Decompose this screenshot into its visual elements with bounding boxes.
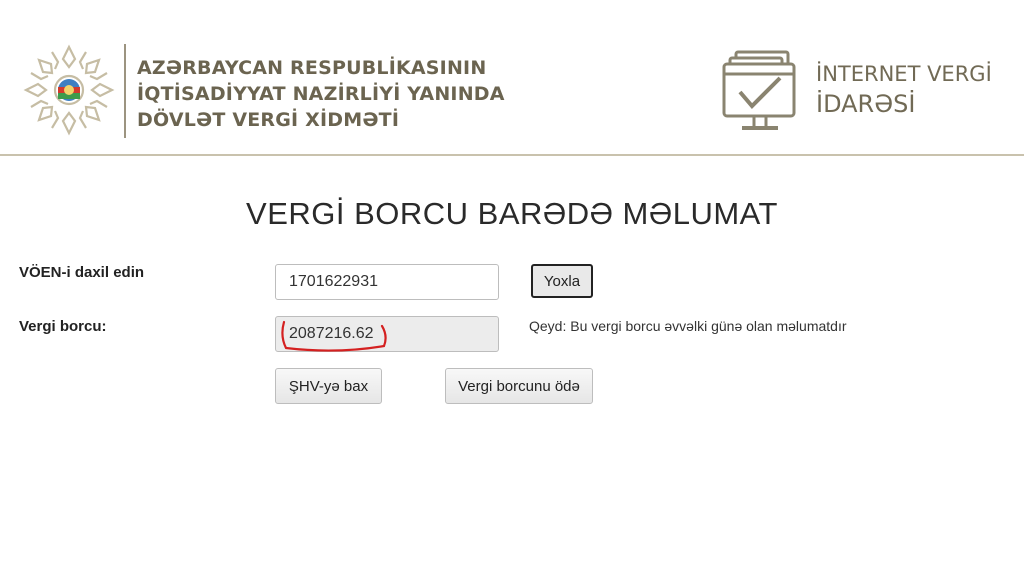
debt-amount-field: [275, 316, 499, 352]
organization-name: AZƏRBAYCAN RESPUBLİKASININ İQTİSADİYYAT …: [137, 55, 505, 133]
debt-label: Vergi borcu:: [19, 318, 107, 335]
org-line-2: İQTİSADİYYAT NAZİRLİYİ YANINDA: [137, 83, 505, 105]
pay-debt-button[interactable]: Vergi borcunu ödə: [445, 368, 593, 404]
debt-note: Qeyd: Bu vergi borcu əvvəlki günə olan m…: [529, 318, 847, 334]
emblem-icon: [23, 44, 115, 136]
service-line-1: İNTERNET VERGİ: [816, 62, 992, 86]
voen-input[interactable]: [275, 264, 499, 300]
page-title: VERGİ BORCU BARƏDƏ MƏLUMAT: [246, 196, 778, 231]
voen-label: VÖEN-i daxil edin: [19, 264, 145, 281]
shv-view-button[interactable]: ŞHV-yə bax: [275, 368, 382, 404]
service-line-2: İDARƏSİ: [816, 90, 916, 118]
service-name: İNTERNET VERGİ İDARƏSİ: [816, 60, 992, 120]
check-button[interactable]: Yoxla: [531, 264, 593, 298]
site-header: AZƏRBAYCAN RESPUBLİKASININ İQTİSADİYYAT …: [0, 0, 1024, 154]
header-rule: [0, 154, 1024, 156]
header-divider: [124, 44, 126, 138]
org-line-3: DÖVLƏT VERGİ XİDMƏTİ: [137, 109, 400, 131]
org-line-1: AZƏRBAYCAN RESPUBLİKASININ: [137, 57, 487, 79]
monitor-check-icon: [722, 50, 796, 130]
